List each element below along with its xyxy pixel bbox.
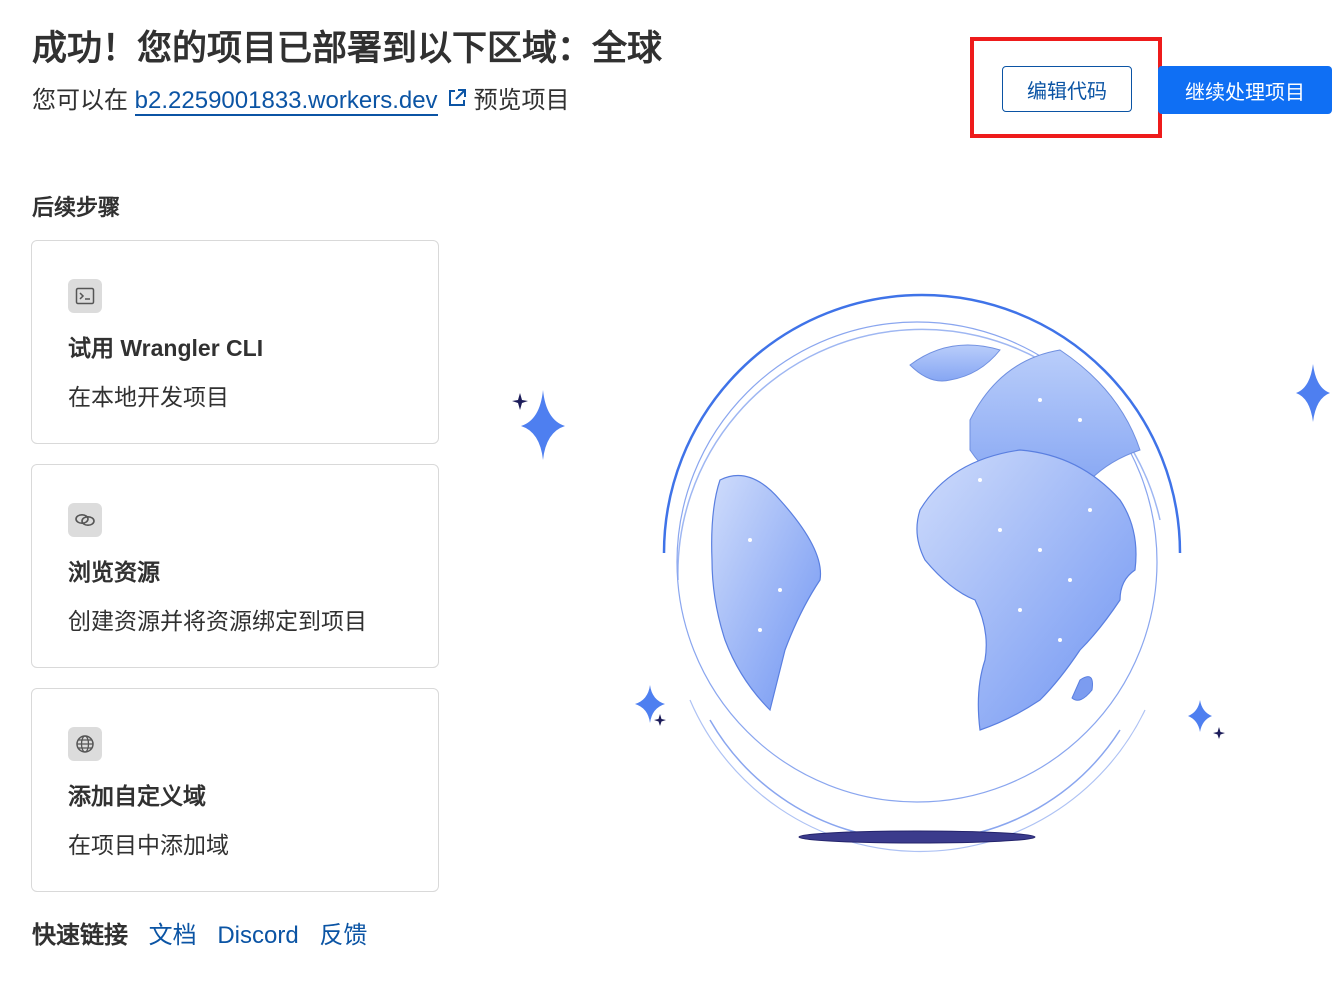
- card-browse-resources[interactable]: 浏览资源 创建资源并将资源绑定到项目: [31, 464, 439, 668]
- edit-code-button[interactable]: 编辑代码: [1002, 66, 1132, 112]
- card-custom-domain[interactable]: 添加自定义域 在项目中添加域: [31, 688, 439, 892]
- globe-icon: [68, 727, 102, 761]
- subtitle-prefix: 您可以在: [32, 87, 128, 114]
- docs-link[interactable]: 文档: [149, 922, 197, 949]
- card-title: 试用 Wrangler CLI: [68, 335, 264, 361]
- card-title: 浏览资源: [68, 559, 160, 585]
- external-link-icon[interactable]: [446, 87, 468, 109]
- card-desc: 创建资源并将资源绑定到项目: [68, 608, 367, 634]
- discord-link[interactable]: Discord: [217, 922, 298, 949]
- quick-links-label: 快速链接: [32, 922, 128, 949]
- card-title: 添加自定义域: [68, 783, 206, 809]
- quick-links: 快速链接 文档 Discord 反馈: [32, 915, 381, 950]
- deploy-subtitle: 您可以在 b2.2259001833.workers.dev 预览项目: [32, 80, 570, 116]
- globe-illustration: [512, 293, 1330, 853]
- card-wrangler-cli[interactable]: 试用 Wrangler CLI 在本地开发项目: [31, 240, 439, 444]
- card-desc: 在本地开发项目: [68, 384, 229, 410]
- next-steps-heading: 后续步骤: [32, 195, 121, 220]
- feedback-link[interactable]: 反馈: [319, 922, 367, 949]
- link-icon: [68, 503, 102, 537]
- card-desc: 在项目中添加域: [68, 832, 229, 858]
- subtitle-suffix: 预览项目: [473, 87, 570, 114]
- page-title: 成功！您的项目已部署到以下区域：全球: [32, 29, 663, 68]
- preview-link[interactable]: b2.2259001833.workers.dev: [134, 87, 438, 116]
- terminal-icon: [68, 279, 102, 313]
- continue-project-button[interactable]: 继续处理项目: [1158, 66, 1332, 114]
